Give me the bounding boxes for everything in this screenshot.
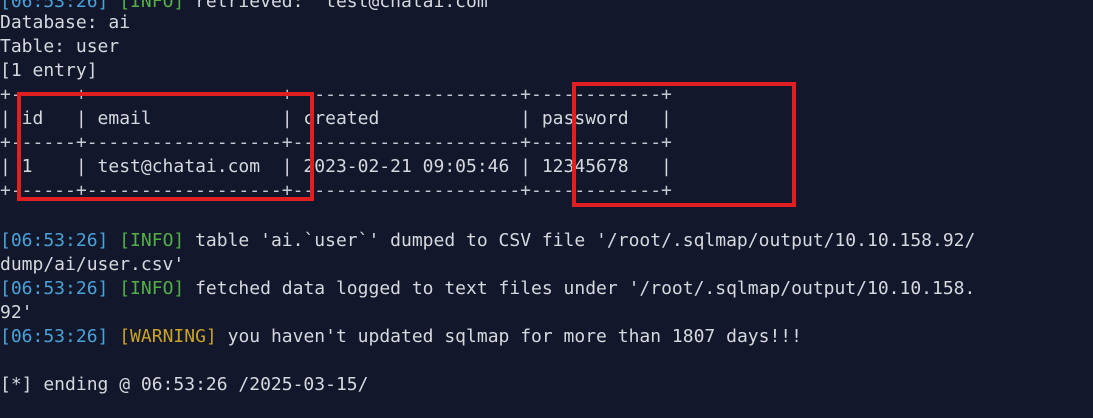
highlight-box-password	[572, 82, 796, 207]
log-line-text-files-cont: 92'	[0, 302, 33, 323]
log-message: you haven't updated sqlmap for more than…	[216, 326, 802, 347]
log-line-csv-dump-cont: dump/ai/user.csv'	[0, 254, 185, 275]
table-name-line: Table: user	[0, 36, 120, 57]
log-timestamp: [06:53:26]	[0, 230, 109, 251]
ending-line: [*] ending @ 06:53:26 /2025-03-15/	[0, 374, 369, 395]
highlight-box-id-email	[17, 92, 314, 201]
database-line: Database: ai	[0, 12, 131, 33]
log-message: fetched data logged to text files under …	[184, 278, 976, 299]
entry-count-line: [1 entry]	[0, 60, 98, 81]
log-level-info: [INFO]	[119, 230, 185, 251]
log-line-text-files: [06:53:26] [INFO] fetched data logged to…	[0, 277, 975, 301]
log-level-info: [INFO]	[119, 278, 185, 299]
log-message: retrieved: 'test@chatai.com	[184, 0, 488, 12]
log-level-warning: [WARNING]	[119, 326, 217, 347]
log-message: table 'ai.`user`' dumped to CSV file '/r…	[184, 230, 976, 251]
log-timestamp: [06:53:26]	[0, 326, 109, 347]
log-line-warning: [06:53:26] [WARNING] you haven't updated…	[0, 325, 802, 349]
log-line-csv-dump: [06:53:26] [INFO] table 'ai.`user`' dump…	[0, 229, 975, 253]
terminal-window: { "terminal": { "top_line": {"ts": "[06:…	[0, 0, 1093, 418]
log-timestamp: [06:53:26]	[0, 278, 109, 299]
